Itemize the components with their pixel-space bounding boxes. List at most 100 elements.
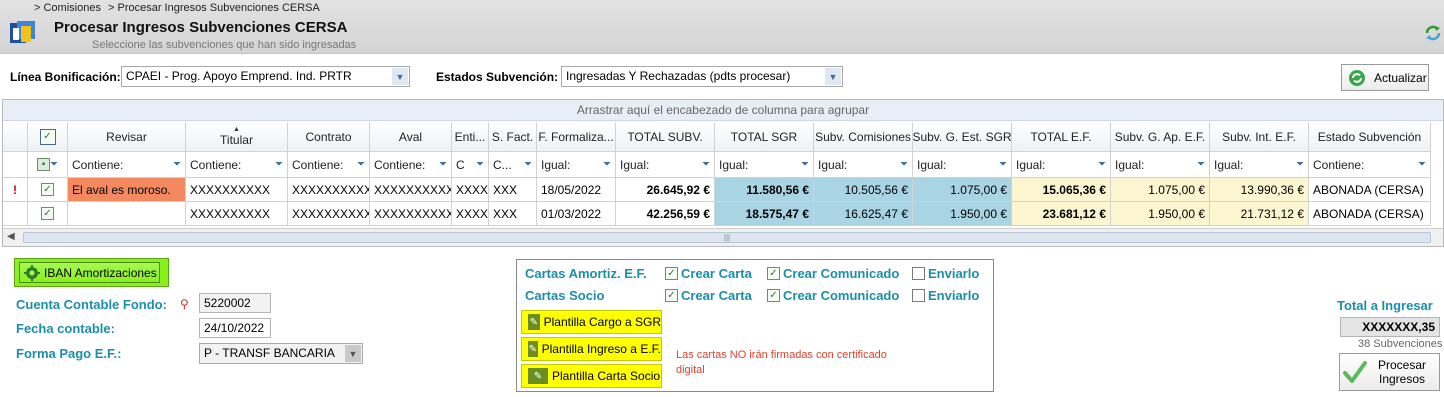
- estados-select[interactable]: Ingresadas Y Rechazadas (pdts procesar) …: [561, 66, 843, 87]
- col-header-revisar[interactable]: Revisar: [68, 122, 186, 152]
- filter-funnel-icon[interactable]: ⏷: [1098, 159, 1106, 170]
- cell-sfact: XXX: [489, 202, 537, 226]
- filter-titular[interactable]: Contiene: ⏷: [186, 152, 288, 178]
- chevron-down-icon[interactable]: ▼: [345, 345, 361, 362]
- iban-amortizaciones-button[interactable]: IBAN Amortizaciones: [14, 258, 169, 287]
- filter-total-subv[interactable]: Igual: ⏷: [616, 152, 715, 178]
- plantilla-ingreso-button[interactable]: ✎ Plantilla Ingreso a E.F.: [521, 337, 662, 361]
- cell-contrato: XXXXXXXXXXXX: [288, 178, 370, 202]
- filter-operator: Igual:: [719, 157, 749, 172]
- col-header-fecha[interactable]: F. Formaliza...: [537, 122, 616, 152]
- col-header-total-sgr[interactable]: TOTAL SGR: [715, 122, 814, 152]
- row-checkbox[interactable]: ✓: [41, 207, 54, 220]
- table-row[interactable]: ✓ XXXXXXXXXX XXXXXXXXX XXX XXXXXX XXXX XX X…: [3, 202, 1443, 226]
- col-header-contrato[interactable]: Contrato: [288, 122, 370, 152]
- col-header-aval[interactable]: Aval: [370, 122, 452, 152]
- select-all-checkbox[interactable]: ✓: [39, 128, 56, 145]
- filter-funnel-icon[interactable]: ⏷: [439, 159, 447, 170]
- plantilla-socio-button[interactable]: ✎ Plantilla Carta Socio: [521, 364, 662, 388]
- filter-funnel-icon[interactable]: ⏷: [1296, 159, 1304, 170]
- amortiz-crear-comunicado-checkbox[interactable]: ✓: [767, 267, 780, 280]
- chevron-down-icon[interactable]: ▼: [825, 68, 841, 85]
- filter-funnel-icon[interactable]: ⏷: [275, 159, 283, 170]
- amortiz-crear-carta-checkbox[interactable]: ✓: [665, 267, 678, 280]
- fecha-field[interactable]: 24/10/2022: [199, 318, 271, 338]
- filter-operator: Contiene:: [1313, 157, 1365, 172]
- filter-total-sgr[interactable]: Igual: ⏷: [715, 152, 814, 178]
- filter-revisar[interactable]: Contiene: ⏷: [68, 152, 186, 178]
- filter-funnel-icon[interactable]: ⏷: [357, 159, 365, 170]
- plantilla-cargo-button[interactable]: ✎ Plantilla Cargo a SGR: [521, 310, 662, 334]
- page-title: Procesar Ingresos Subvenciones CERSA: [54, 19, 348, 36]
- filter-funnel-icon[interactable]: ⏷: [1418, 159, 1426, 170]
- filter-subv-gest[interactable]: Igual: ⏷: [913, 152, 1012, 178]
- col-header-estado[interactable]: Estado Subvención: [1309, 122, 1431, 152]
- iban-inner: IBAN Amortizaciones: [19, 262, 160, 283]
- filter-aval[interactable]: Contiene: ⏷: [370, 152, 452, 178]
- cell-titular: XXXXXXXXXX: [186, 202, 288, 226]
- col-header-subv-gap[interactable]: Subv. G. Ap. E.F.: [1111, 122, 1210, 152]
- socio-crear-comunicado-checkbox[interactable]: ✓: [767, 289, 780, 302]
- filter-subv-gap[interactable]: Igual: ⏷: [1111, 152, 1210, 178]
- cell-subv-int: 21.731,12 €: [1210, 202, 1309, 226]
- cell-aval: XXXXXXXXXXXX: [370, 202, 452, 226]
- filter-funnel-icon[interactable]: ⏷: [999, 159, 1007, 170]
- filter-funnel-icon[interactable]: ⏷: [900, 159, 908, 170]
- filter-funnel-icon[interactable]: ⏷: [173, 159, 181, 170]
- filter-contrato[interactable]: Contiene: ⏷: [288, 152, 370, 178]
- filter-fecha[interactable]: Igual: ⏷: [537, 152, 616, 178]
- row-select-cell[interactable]: ✓: [28, 202, 68, 226]
- edit-document-icon: ✎: [528, 341, 538, 357]
- amortiz-enviarlo-checkbox[interactable]: [912, 267, 925, 280]
- filter-subv-comisiones[interactable]: Igual: ⏷: [814, 152, 913, 178]
- filter-enti[interactable]: C ⏷: [452, 152, 489, 178]
- socio-crear-carta-label: Crear Carta: [681, 288, 752, 303]
- subvenciones-grid[interactable]: Arrastrar aquí el encabezado de columna …: [2, 99, 1444, 247]
- refresh-icon: [1348, 69, 1366, 87]
- scroll-left-icon[interactable]: ◀: [7, 231, 15, 242]
- forma-pago-select[interactable]: P - TRANSF BANCARIA ▼: [199, 343, 363, 364]
- select-all-header[interactable]: ✓: [28, 122, 68, 152]
- socio-enviarlo-checkbox[interactable]: [912, 289, 925, 302]
- filter-estado[interactable]: Contiene: ⏷: [1309, 152, 1431, 178]
- filter-check-cell[interactable]: ▪ ⏷: [28, 152, 68, 178]
- socio-crear-carta-checkbox[interactable]: ✓: [665, 289, 678, 302]
- refresh-icon[interactable]: [1424, 24, 1442, 42]
- filter-funnel-icon[interactable]: ⏷: [524, 159, 532, 170]
- filter-funnel-icon[interactable]: ⏷: [801, 159, 809, 170]
- col-header-sfact[interactable]: S. Fact.: [489, 122, 537, 152]
- row-checkbox[interactable]: ✓: [41, 183, 54, 196]
- linea-value: CPAEI - Prog. Apoyo Emprend. Ind. PRTR: [126, 69, 352, 83]
- cuenta-field[interactable]: 5220002: [199, 293, 271, 313]
- horizontal-scrollbar[interactable]: ◀ |||: [3, 228, 1443, 246]
- procesar-ingresos-button[interactable]: Procesar Ingresos: [1339, 353, 1440, 391]
- col-header-enti[interactable]: Enti...: [452, 122, 489, 152]
- filter-operator: C...: [493, 157, 512, 172]
- search-icon[interactable]: ⚲: [180, 297, 189, 311]
- filter-sfact[interactable]: C... ⏷: [489, 152, 537, 178]
- linea-select[interactable]: CPAEI - Prog. Apoyo Emprend. Ind. PRTR ▼: [121, 66, 410, 87]
- row-select-cell[interactable]: ✓: [28, 178, 68, 202]
- filter-funnel-icon[interactable]: ⏷: [702, 159, 710, 170]
- actualizar-button[interactable]: Actualizar: [1341, 64, 1429, 91]
- col-header-subv-comisiones[interactable]: Subv. Comisiones: [814, 122, 913, 152]
- chevron-down-icon[interactable]: ▼: [392, 68, 408, 85]
- scroll-thumb[interactable]: |||: [23, 232, 1431, 243]
- filter-funnel-icon[interactable]: ⏷: [603, 159, 611, 170]
- col-header-subv-int[interactable]: Subv. Int. E.F.: [1210, 122, 1309, 152]
- col-header-total-subv[interactable]: TOTAL SUBV.: [616, 122, 715, 152]
- breadcrumb-comisiones[interactable]: > Comisiones: [34, 2, 101, 14]
- group-by-panel[interactable]: Arrastrar aquí el encabezado de columna …: [3, 100, 1443, 121]
- filter-funnel-icon[interactable]: ⏷: [476, 159, 484, 170]
- filter-funnel-icon[interactable]: ⏷: [50, 159, 58, 170]
- cell-total-ef: 15.065,36 €: [1012, 178, 1111, 202]
- cell-contrato: XXXXXXXXXXXX: [288, 202, 370, 226]
- filter-funnel-icon[interactable]: ⏷: [1197, 159, 1205, 170]
- filter-total-ef[interactable]: Igual: ⏷: [1012, 152, 1111, 178]
- col-header-total-ef[interactable]: TOTAL E.F.: [1012, 122, 1111, 152]
- col-header-subv-gest[interactable]: Subv. G. Est. SGR: [913, 122, 1012, 152]
- cell-subv-gap: 1.075,00 €: [1111, 178, 1210, 202]
- filter-subv-int[interactable]: Igual: ⏷: [1210, 152, 1309, 178]
- table-row[interactable]: ! ✓ El aval es moroso. XXXXXXXXXX XXXXXX…: [3, 178, 1443, 202]
- col-header-titular[interactable]: ▲ Titular: [186, 122, 288, 152]
